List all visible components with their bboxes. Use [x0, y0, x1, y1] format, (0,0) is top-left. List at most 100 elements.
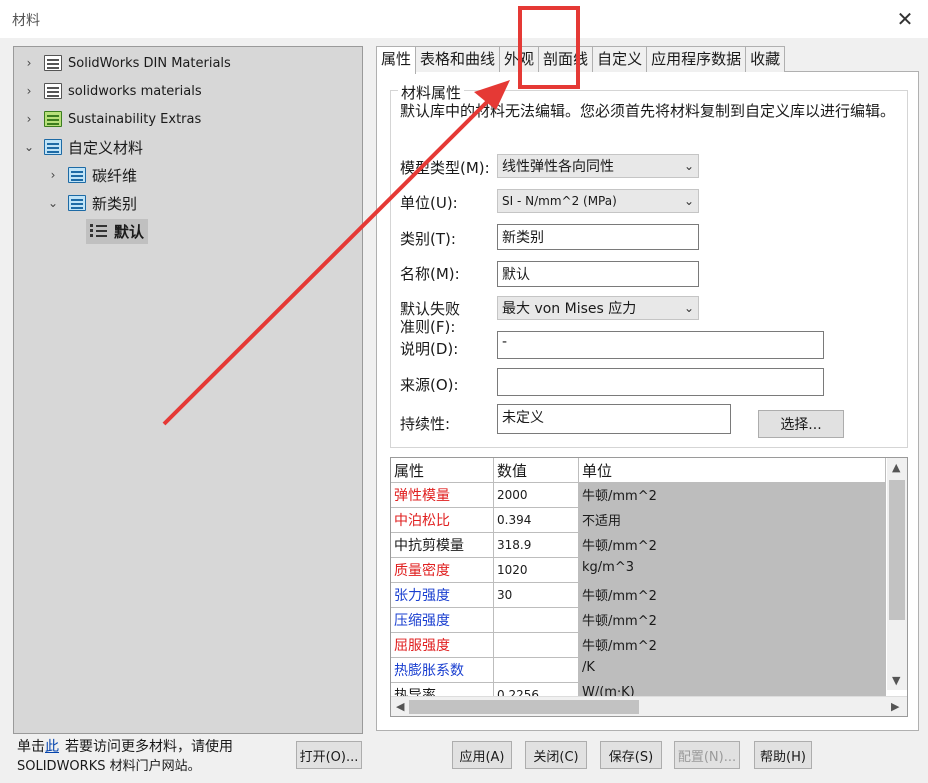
property-unit[interactable]: 牛顿/mm^2	[579, 583, 886, 608]
property-name: 屈服强度	[391, 633, 494, 658]
select-button[interactable]: 选择...	[758, 410, 844, 438]
failure-criterion-select[interactable]: 最大 von Mises 应力 ⌄	[497, 296, 699, 320]
failure-criterion-value: 最大 von Mises 应力	[502, 301, 637, 317]
property-name: 中抗剪模量	[391, 533, 494, 558]
property-name: 热膨胀系数	[391, 658, 494, 683]
tab-app-data[interactable]: 应用程序数据	[646, 46, 747, 72]
failure-label-2: 准则(F):	[400, 318, 456, 336]
property-name: 质量密度	[391, 558, 494, 583]
tree-item-carbon[interactable]: › 碳纤维	[46, 162, 137, 188]
table-row[interactable]: 质量密度 1020 kg/m^3	[391, 558, 886, 583]
property-unit[interactable]: 牛顿/mm^2	[579, 483, 886, 508]
units-value: SI - N/mm^2 (MPa)	[502, 194, 617, 208]
property-name: 压缩强度	[391, 608, 494, 633]
scroll-up-icon[interactable]: ▲	[892, 461, 900, 474]
chevron-down-icon[interactable]: ⌄	[22, 140, 36, 154]
column-header[interactable]: 单位	[579, 458, 886, 483]
chevron-right-icon[interactable]: ›	[22, 112, 36, 126]
name-field[interactable]: 默认	[497, 261, 699, 287]
tab-tables-curves[interactable]: 表格和曲线	[415, 46, 501, 72]
property-value[interactable]	[494, 658, 579, 683]
close-icon[interactable]: ✕	[892, 6, 918, 32]
tab-bar: 属性 表格和曲线 外观 剖面线 自定义 应用程序数据 收藏	[376, 46, 786, 74]
column-header[interactable]: 属性	[391, 458, 494, 483]
chevron-right-icon[interactable]: ›	[46, 168, 60, 182]
model-type-select[interactable]: 线性弹性各向同性 ⌄	[497, 154, 699, 178]
open-button[interactable]: 打开(O)...	[296, 741, 362, 769]
property-value[interactable]: 1020	[494, 558, 579, 583]
sustainability-label: 持续性:	[400, 415, 451, 433]
library-icon	[44, 55, 62, 71]
tree-item-sustainability[interactable]: › Sustainability Extras	[22, 106, 201, 132]
sustainability-field[interactable]: 未定义	[497, 404, 731, 434]
chevron-right-icon[interactable]: ›	[22, 56, 36, 70]
table-row[interactable]: 中抗剪模量 318.9 牛顿/mm^2	[391, 533, 886, 558]
property-unit[interactable]: 牛顿/mm^2	[579, 633, 886, 658]
description-field[interactable]: -	[497, 331, 824, 359]
title-bar: 材料 ✕	[0, 0, 928, 38]
tree-item-new-category[interactable]: ⌄ 新类别	[46, 190, 137, 216]
vertical-scrollbar[interactable]: ▲ ▼	[887, 458, 907, 690]
configure-button: 配置(N)...	[674, 741, 740, 769]
table-row[interactable]: 屈服强度 牛顿/mm^2	[391, 633, 886, 658]
property-value[interactable]	[494, 633, 579, 658]
table-row[interactable]: 张力强度 30 牛顿/mm^2	[391, 583, 886, 608]
group-title: 材料属性	[398, 82, 465, 103]
scroll-right-icon[interactable]: ▶	[891, 700, 899, 713]
tab-properties[interactable]: 属性	[376, 46, 417, 74]
tree-item-label: Sustainability Extras	[68, 111, 202, 127]
scroll-thumb[interactable]	[409, 700, 639, 714]
scroll-thumb[interactable]	[889, 480, 905, 620]
property-value[interactable]	[494, 608, 579, 633]
chevron-down-icon[interactable]: ⌄	[46, 196, 60, 210]
property-unit[interactable]: 牛顿/mm^2	[579, 533, 886, 558]
material-tree[interactable]: › SolidWorks DIN Materials › solidworks …	[13, 46, 363, 734]
portal-link[interactable]: 此	[45, 739, 59, 755]
property-unit[interactable]: 不适用	[579, 508, 886, 533]
property-value[interactable]: 318.9	[494, 533, 579, 558]
table-row[interactable]: 中泊松比 0.394 不适用	[391, 508, 886, 533]
table-row[interactable]: 压缩强度 牛顿/mm^2	[391, 608, 886, 633]
category-field[interactable]: 新类别	[497, 224, 699, 250]
horizontal-scrollbar[interactable]: ◀ ▶	[391, 696, 907, 716]
folder-icon	[68, 195, 86, 211]
table-row[interactable]: 热膨胀系数 /K	[391, 658, 886, 683]
property-name: 中泊松比	[391, 508, 494, 533]
tree-item-din[interactable]: › SolidWorks DIN Materials	[22, 50, 231, 76]
window-title: 材料	[12, 13, 40, 29]
source-field[interactable]	[497, 368, 824, 396]
apply-button[interactable]: 应用(A)	[452, 741, 512, 769]
tree-item-default[interactable]: 默认	[86, 218, 149, 244]
note-prefix: 单击	[17, 739, 45, 755]
chevron-down-icon: ⌄	[683, 194, 694, 208]
table-header: 属性 数值 单位	[391, 458, 886, 483]
tree-item-solidworks[interactable]: › solidworks materials	[22, 78, 202, 104]
chevron-right-icon[interactable]: ›	[22, 84, 36, 98]
tab-favorites[interactable]: 收藏	[745, 46, 786, 72]
column-header[interactable]: 数值	[494, 458, 579, 483]
save-button[interactable]: 保存(S)	[600, 741, 662, 769]
scroll-left-icon[interactable]: ◀	[396, 700, 404, 713]
material-icon	[90, 223, 108, 239]
property-table[interactable]: 属性 数值 单位 弹性模量 2000 牛顿/mm^2 中泊松比 0.394 不适…	[390, 457, 908, 717]
library-icon	[44, 83, 62, 99]
tab-custom[interactable]: 自定义	[592, 46, 648, 72]
close-button[interactable]: 关闭(C)	[525, 741, 587, 769]
property-unit[interactable]: 牛顿/mm^2	[579, 608, 886, 633]
tree-item-label: 碳纤维	[92, 166, 138, 185]
library-icon	[44, 139, 62, 155]
note-line2: SOLIDWORKS 材料门户网站。	[17, 759, 201, 774]
property-value[interactable]: 0.394	[494, 508, 579, 533]
property-name: 弹性模量	[391, 483, 494, 508]
help-button[interactable]: 帮助(H)	[754, 741, 812, 769]
property-value[interactable]: 30	[494, 583, 579, 608]
scroll-down-icon[interactable]: ▼	[892, 674, 900, 687]
units-select[interactable]: SI - N/mm^2 (MPa) ⌄	[497, 189, 699, 213]
source-label: 来源(O):	[400, 376, 459, 394]
property-unit[interactable]: /K	[579, 658, 886, 683]
tree-item-custom[interactable]: ⌄ 自定义材料	[22, 134, 143, 160]
property-value[interactable]: 2000	[494, 483, 579, 508]
table-row[interactable]: 弹性模量 2000 牛顿/mm^2	[391, 483, 886, 508]
tree-item-label: 自定义材料	[68, 138, 144, 157]
property-unit[interactable]: kg/m^3	[579, 558, 886, 583]
